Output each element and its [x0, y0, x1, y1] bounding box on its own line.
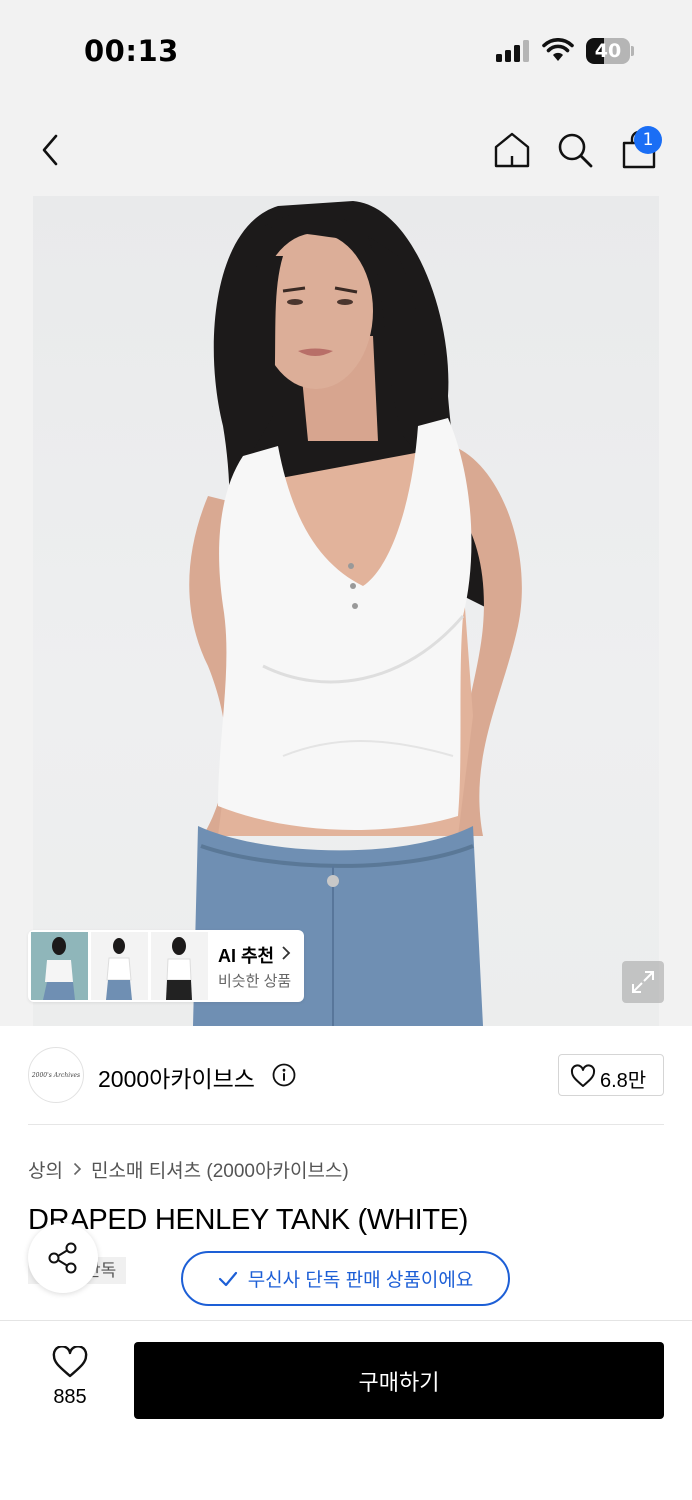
breadcrumb-category[interactable]: 상의	[28, 1156, 63, 1183]
wishlist-count: 885	[53, 1386, 87, 1408]
info-icon[interactable]	[272, 1063, 296, 1087]
share-icon	[48, 1242, 77, 1274]
chevron-right-icon	[282, 946, 291, 960]
brand-like-count: 6.8만	[600, 1070, 647, 1092]
battery-indicator: 40	[586, 38, 634, 64]
similar-product-thumb-1[interactable]	[31, 932, 88, 1000]
share-button[interactable]	[28, 1223, 98, 1293]
toast-message: 무신사 단독 판매 상품이에요	[247, 1270, 474, 1291]
brand-logo-text: 2000's Archives	[31, 1071, 81, 1079]
breadcrumb-subcategory[interactable]: 민소매 티셔츠 (2000아카이브스)	[91, 1156, 349, 1183]
product-title: DRAPED HENLEY TANK (WHITE)	[28, 1204, 469, 1236]
chevron-right-icon	[73, 1162, 82, 1176]
ai-recommend-card[interactable]: AI 추천 비슷한 상품	[28, 930, 304, 1002]
wishlist-heart-icon[interactable]	[52, 1346, 88, 1378]
wifi-icon	[542, 38, 574, 61]
top-nav-bar	[0, 100, 692, 196]
similar-product-thumb-2[interactable]	[91, 932, 148, 1000]
home-button[interactable]	[488, 126, 536, 174]
buy-button[interactable]: 구매하기	[134, 1342, 664, 1419]
cellular-signal-icon	[496, 40, 529, 62]
product-photo-illustration	[189, 201, 522, 1026]
ai-recommend-title: AI 추천	[218, 946, 275, 966]
cart-count-badge: 1	[634, 126, 662, 154]
breadcrumb: 상의 민소매 티셔츠 (2000아카이브스)	[28, 1156, 349, 1182]
similar-product-thumb-3[interactable]	[151, 932, 208, 1000]
battery-percent: 40	[594, 40, 622, 62]
home-icon	[494, 132, 530, 168]
brand-logo[interactable]: 2000's Archives	[28, 1047, 84, 1103]
check-icon	[218, 1271, 237, 1286]
brand-like-button[interactable]: 6.8만	[558, 1054, 664, 1096]
search-icon	[558, 133, 593, 168]
status-time: 00:13	[84, 34, 179, 68]
ai-recommend-subtitle: 비슷한 상품	[218, 973, 292, 990]
status-bar: 00:13 40	[0, 0, 692, 100]
brand-name[interactable]: 2000아카이브스	[98, 1060, 255, 1094]
expand-image-button[interactable]	[622, 961, 664, 1003]
exclusive-toast: 무신사 단독 판매 상품이에요	[181, 1251, 510, 1306]
search-button[interactable]	[551, 126, 599, 174]
expand-icon	[632, 971, 654, 993]
heart-icon	[570, 1064, 596, 1087]
product-photo[interactable]	[33, 196, 659, 1026]
section-divider	[28, 1124, 664, 1125]
product-image-gallery[interactable]: AI 추천 비슷한 상품	[0, 196, 692, 1026]
back-arrow-icon	[42, 134, 58, 166]
back-button[interactable]	[26, 126, 74, 174]
